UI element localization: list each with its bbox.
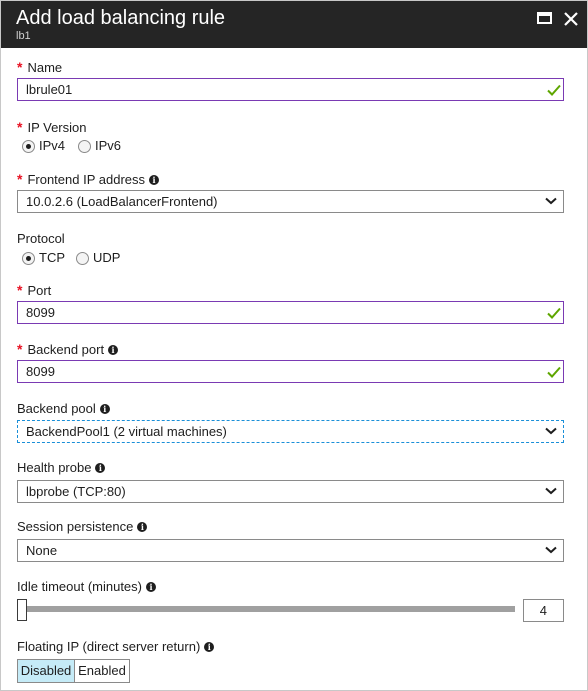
required-marker: *	[17, 59, 23, 75]
name-label: * Name	[17, 59, 63, 75]
backend-pool-label: Backend pool i	[17, 401, 110, 417]
close-icon	[564, 12, 578, 26]
info-icon[interactable]: i	[137, 522, 148, 532]
backend-port-label: * Backend port i	[17, 341, 119, 358]
name-input[interactable]	[17, 78, 564, 101]
info-icon[interactable]: i	[149, 175, 160, 185]
radio-ipv4-circle	[22, 140, 35, 153]
radio-udp-circle	[76, 252, 89, 265]
radio-tcp-circle	[22, 252, 35, 265]
close-button[interactable]	[563, 11, 581, 27]
valid-check-icon	[547, 84, 561, 96]
info-icon[interactable]: i	[95, 463, 106, 473]
port-label: * Port	[17, 282, 52, 298]
blade-subtitle: lb1	[16, 30, 31, 42]
chevron-down-icon	[545, 546, 557, 554]
ip-version-label: * IP Version	[17, 119, 87, 135]
valid-check-icon	[547, 366, 561, 378]
info-icon[interactable]: i	[204, 642, 215, 652]
floating-ip-label: Floating IP (direct server return) i	[17, 639, 215, 655]
session-persistence-select[interactable]: None	[17, 539, 564, 562]
frontend-ip-label: * Frontend IP address i	[17, 171, 160, 188]
blade-header: Add load balancing rule lb1	[1, 1, 587, 48]
ip-version-radio-group: IPv4 IPv6	[17, 138, 217, 154]
required-marker: *	[17, 119, 23, 135]
radio-ipv6[interactable]: IPv6	[73, 138, 128, 154]
blade: Add load balancing rule lb1 *Name *IP Ve…	[0, 0, 588, 691]
floating-ip-enabled-option[interactable]: Enabled	[75, 660, 129, 682]
backend-pool-select[interactable]: BackendPool1 (2 virtual machines)	[17, 420, 564, 443]
radio-udp[interactable]: UDP	[71, 250, 126, 266]
protocol-radio-group: TCP UDP	[17, 250, 217, 266]
chevron-down-icon	[545, 487, 557, 495]
floating-ip-disabled-option[interactable]: Disabled	[18, 660, 75, 682]
maximize-icon	[537, 12, 552, 24]
info-icon[interactable]: i	[99, 404, 110, 414]
idle-timeout-value-input[interactable]: 4	[523, 599, 564, 622]
chevron-down-icon	[545, 197, 557, 205]
idle-timeout-label: Idle timeout (minutes) i	[17, 579, 156, 595]
idle-timeout-slider-thumb[interactable]	[17, 599, 27, 621]
port-input[interactable]	[17, 301, 564, 324]
radio-tcp[interactable]: TCP	[17, 250, 72, 266]
backend-port-input[interactable]	[17, 360, 564, 383]
health-probe-select[interactable]: lbprobe (TCP:80)	[17, 480, 564, 503]
info-icon[interactable]: i	[146, 582, 156, 592]
valid-check-icon	[547, 307, 561, 319]
health-probe-label: Health probe i	[17, 460, 106, 476]
protocol-label: Protocol	[17, 231, 65, 246]
floating-ip-toggle: Disabled Enabled	[17, 659, 130, 683]
required-marker: *	[17, 341, 23, 357]
radio-ipv4[interactable]: IPv4	[17, 138, 72, 154]
chevron-down-icon	[545, 427, 557, 435]
required-marker: *	[17, 282, 23, 298]
idle-timeout-slider-track[interactable]	[23, 606, 515, 612]
required-marker: *	[17, 171, 23, 187]
session-persistence-label: Session persistence i	[17, 519, 148, 535]
frontend-ip-select[interactable]: 10.0.2.6 (LoadBalancerFrontend)	[17, 190, 564, 213]
maximize-button[interactable]	[536, 11, 554, 27]
info-icon[interactable]: i	[108, 345, 119, 355]
blade-title: Add load balancing rule	[16, 7, 226, 29]
radio-ipv6-circle	[78, 140, 91, 153]
